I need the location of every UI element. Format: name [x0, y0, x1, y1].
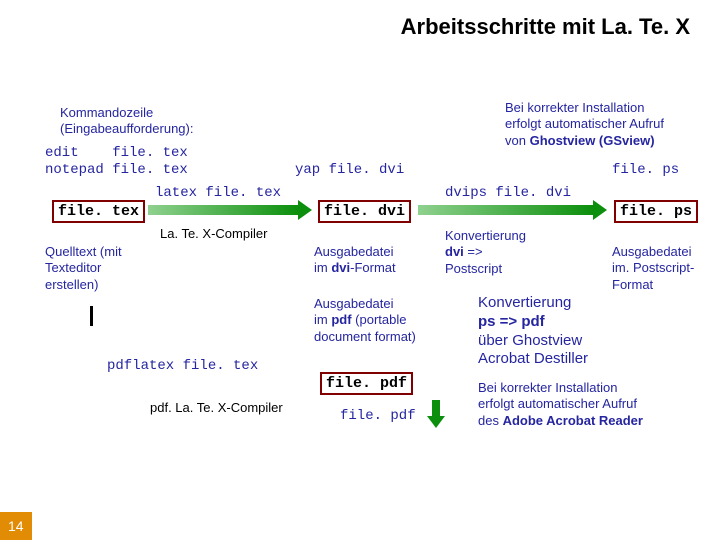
label-latex-compiler: La. Te. X-Compiler [160, 226, 267, 242]
cmd-file-pdf: file. pdf [340, 408, 416, 424]
label: des [478, 413, 503, 428]
slide-title: Arbeitsschritte mit La. Te. X [0, 14, 690, 40]
box-file-ps: file. ps [614, 200, 698, 223]
box-file-tex: file. tex [52, 200, 145, 223]
label: über Ghostview [478, 332, 582, 349]
text-cursor-icon [90, 306, 93, 326]
label: ps => pdf [478, 313, 545, 330]
cmd-dvips: dvips file. dvi [445, 185, 571, 201]
label: im [314, 312, 331, 327]
box-file-pdf: file. pdf [320, 372, 413, 395]
note-quelltext: Quelltext (mit Texteditor erstellen) [45, 244, 122, 293]
label: Acrobat Destiller [478, 350, 588, 367]
label-pdf-compiler: pdf. La. Te. X-Compiler [150, 400, 283, 415]
label: Quelltext (mit [45, 244, 122, 259]
note-ausgabe-dvi: Ausgabedatei im dvi-Format [314, 244, 396, 277]
arrow-pdf-down [432, 400, 440, 416]
slide-number: 14 [0, 512, 32, 540]
cmd-edit: edit file. tex [45, 145, 188, 161]
label: dvi [331, 260, 350, 275]
label: document format) [314, 329, 416, 344]
label: von [505, 133, 530, 148]
label: Format [612, 277, 653, 292]
arrow-dvi-to-ps [418, 205, 593, 215]
note-ausgabe-pdf: Ausgabedatei im pdf (portable document f… [314, 296, 416, 345]
note-acrobat: Bei korrekter Installation erfolgt autom… [478, 380, 643, 429]
label: (Eingabeaufforderung): [60, 121, 193, 136]
label: erfolgt automatischer Aufruf [478, 396, 637, 411]
arrow-tex-to-dvi [148, 205, 298, 215]
label: Konvertierung [478, 294, 571, 311]
note-ausgabe-ps: Ausgabedatei im. Postscript- Format [612, 244, 694, 293]
label: Ausgabedatei [314, 244, 394, 259]
label: Kommandozeile [60, 105, 153, 120]
label: Ausgabedatei [314, 296, 394, 311]
box-file-dvi: file. dvi [318, 200, 411, 223]
label: erfolgt automatischer Aufruf [505, 116, 664, 131]
label: Bei korrekter Installation [478, 380, 617, 395]
cmd-file-ps: file. ps [612, 162, 679, 178]
label: im. Postscript- [612, 260, 694, 275]
cmd-pdflatex: pdflatex file. tex [107, 358, 258, 374]
label: Postscript [445, 261, 502, 276]
note-ghostview: Bei korrekter Installation erfolgt autom… [505, 100, 664, 149]
label: Ausgabedatei [612, 244, 692, 259]
label-ghostview: Ghostview (GSview) [530, 133, 655, 148]
cmd-latex: latex file. tex [155, 185, 281, 201]
note-konv-dvips: Konvertierung dvi => Postscript [445, 228, 526, 277]
label: im [314, 260, 331, 275]
label: dvi [445, 244, 464, 259]
label: => [464, 244, 483, 259]
label: Adobe Acrobat Reader [503, 413, 643, 428]
label: Konvertierung [445, 228, 526, 243]
label: erstellen) [45, 277, 98, 292]
note-konv-pspdf: Konvertierung ps => pdf über Ghostview A… [478, 294, 588, 369]
label: (portable [352, 312, 407, 327]
label: -Format [350, 260, 396, 275]
cmd-yap: yap file. dvi [295, 162, 404, 178]
note-kommandozeile: Kommandozeile (Eingabeaufforderung): [60, 105, 193, 138]
label: Texteditor [45, 260, 101, 275]
label: pdf [331, 312, 351, 327]
label: Bei korrekter Installation [505, 100, 644, 115]
cmd-notepad: notepad file. tex [45, 162, 188, 178]
